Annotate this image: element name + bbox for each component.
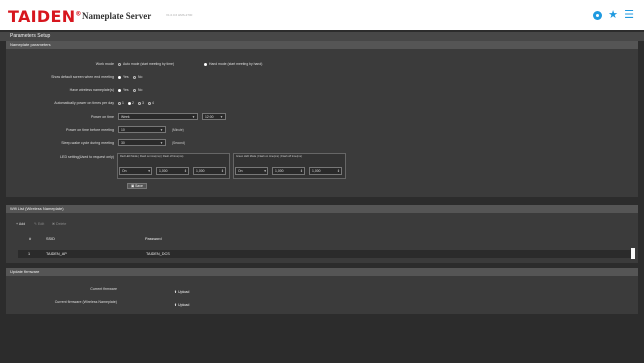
wifi-section-title: Wifi List (Wireless Nameplate) <box>6 205 638 213</box>
page-title: Parameters Setup <box>0 32 644 41</box>
spinner-arrows-icon[interactable]: ⇕ <box>337 168 340 175</box>
table-scrollbar[interactable] <box>631 248 635 259</box>
chevron-down-icon: ▼ <box>192 115 195 119</box>
auto-power-label: Automatically power on times per day <box>54 101 114 105</box>
star-icon[interactable]: ★ <box>608 9 618 20</box>
chevron-down-icon: ▼ <box>220 115 223 119</box>
settings-gear-icon[interactable] <box>593 11 602 20</box>
firmware-section-title: Update firmware <box>6 268 638 276</box>
table-row[interactable]: 1 TAIDEN_AP TAIDEN_DCS <box>18 250 634 258</box>
current-firmware-label: Current firmware <box>90 287 117 291</box>
upload-wireless-firmware-button[interactable]: ⬆ Upload <box>174 303 189 307</box>
row-index: 1 <box>28 252 31 256</box>
sleep-wake-unit: (Second) <box>172 141 185 145</box>
firmware-section-body <box>6 276 638 314</box>
upload-firmware-button[interactable]: ⬆ Upload <box>174 290 189 294</box>
row-password: TAIDEN_DCS <box>146 252 170 256</box>
top-bar: TAIDEN® Nameplate Server V1.0.0.6 HMS-27… <box>0 0 644 30</box>
red-led-mode-select[interactable]: On ▾ <box>119 167 152 175</box>
green-led-off-time-input[interactable]: 1,000 ⇕ <box>309 167 342 175</box>
work-mode-auto-radio[interactable] <box>118 62 121 66</box>
show-default-no-radio[interactable] <box>133 75 136 79</box>
chevron-down-icon: ▼ <box>160 141 163 145</box>
show-default-no-label: No <box>138 75 143 79</box>
spinner-arrows-icon[interactable]: ⇕ <box>300 168 303 175</box>
edit-button[interactable]: ✎ Edit <box>34 222 44 226</box>
wireless-yes-label: Yes <box>123 88 129 92</box>
power-on-day-select[interactable]: Week ▼ <box>118 113 198 120</box>
power-on-before-select[interactable]: 10 ▼ <box>118 126 166 133</box>
wireless-no-label: No <box>138 88 143 92</box>
row-ssid: TAIDEN_AP <box>46 252 67 256</box>
column-header-password[interactable]: Password <box>145 237 162 241</box>
chevron-down-icon: ▾ <box>148 169 150 173</box>
column-header-ssid[interactable]: SSID <box>46 237 55 241</box>
wireless-yes-radio[interactable] <box>118 88 121 92</box>
auto-power-1-radio[interactable] <box>118 101 121 105</box>
app-version: V1.0.0.6 HMS-2700 <box>166 13 193 17</box>
work-mode-auto-label: Auto mode (start meeting by time) <box>123 62 175 66</box>
column-header-index: # <box>29 237 32 241</box>
page-background <box>0 315 644 363</box>
chevron-down-icon: ▾ <box>264 169 266 173</box>
green-led-header: Green LED Mode | Flash on time(ms) | Fla… <box>236 155 302 158</box>
work-mode-hand-label: Hand mode (start meeting by hand) <box>209 62 263 66</box>
green-led-group: Green LED Mode | Flash on time(ms) | Fla… <box>233 153 346 179</box>
chevron-down-icon: ▼ <box>160 128 163 132</box>
auto-power-4-label: 4 <box>152 101 154 105</box>
auto-power-2-label: 2 <box>132 101 134 105</box>
auto-power-1-label: 1 <box>122 101 124 105</box>
green-led-on-time-input[interactable]: 1,000 ⇕ <box>272 167 305 175</box>
work-mode-hand-radio[interactable] <box>204 62 207 66</box>
auto-power-3-radio[interactable] <box>138 101 141 105</box>
sleep-wake-label: Sleep-wake cycle during meeting <box>61 141 114 145</box>
red-led-on-time-input[interactable]: 1,000 ⇕ <box>156 167 189 175</box>
power-on-before-label: Power on time before meeting <box>66 128 114 132</box>
sleep-wake-select[interactable]: 30 ▼ <box>118 139 166 146</box>
power-on-time-select[interactable]: 12:00 ▼ <box>202 113 226 120</box>
led-setting-label: LED setting(Used to request only) <box>60 155 114 159</box>
show-default-yes-radio[interactable] <box>118 75 121 79</box>
spinner-arrows-icon[interactable]: ⇕ <box>221 168 224 175</box>
app-title: Nameplate Server <box>82 11 152 21</box>
show-default-label: Show default screen when end meeting <box>51 75 114 79</box>
red-led-header: Red LED Mode | Flash on time(ms) | Flash… <box>120 155 184 158</box>
auto-power-3-label: 3 <box>142 101 144 105</box>
red-led-off-time-input[interactable]: 1,000 ⇕ <box>193 167 226 175</box>
red-led-group: Red LED Mode | Flash on time(ms) | Flash… <box>117 153 230 179</box>
auto-power-2-radio[interactable] <box>128 101 131 105</box>
nameplate-section-title: Nameplate parameters <box>6 41 638 49</box>
power-on-before-unit: (Minute) <box>172 128 184 132</box>
hamburger-menu-icon[interactable]: ☰ <box>624 9 634 20</box>
wireless-label: Have wireless nameplate(s) <box>69 88 114 92</box>
wireless-firmware-label: Current firmware (Wireless Nameplate) <box>54 300 117 304</box>
add-button[interactable]: + Add <box>16 222 25 226</box>
green-led-mode-select[interactable]: On ▾ <box>235 167 268 175</box>
power-on-time-label: Power on time <box>91 115 114 119</box>
show-default-yes-label: Yes <box>123 75 129 79</box>
delete-button[interactable]: ✖ Delete <box>52 222 66 226</box>
work-mode-label: Work mode <box>95 62 114 66</box>
save-button[interactable]: ▣ Save <box>127 183 147 189</box>
wireless-no-radio[interactable] <box>133 88 136 92</box>
spinner-arrows-icon[interactable]: ⇕ <box>184 168 187 175</box>
auto-power-4-radio[interactable] <box>148 101 151 105</box>
taiden-logo: TAIDEN® <box>8 7 82 26</box>
